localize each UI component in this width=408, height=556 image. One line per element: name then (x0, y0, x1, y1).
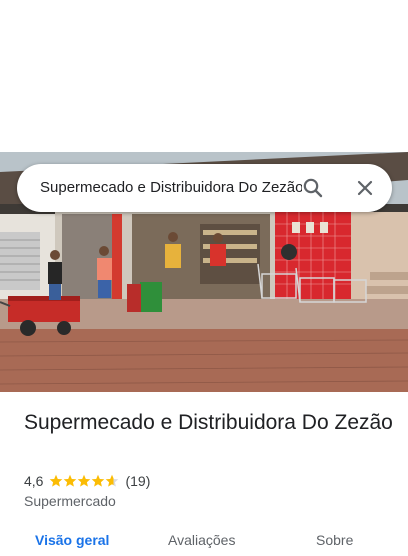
search-input[interactable]: Supermecado e Distribuidora Do Zezão (40, 179, 302, 197)
rating-value: 4,6 (24, 473, 44, 489)
place-title: Supermecado e Distribuidora Do Zezão (24, 411, 393, 434)
search-icon[interactable] (301, 176, 325, 200)
star-rating (49, 474, 119, 488)
tab-overview[interactable]: Visão geral (35, 532, 109, 548)
tab-reviews[interactable]: Avaliações (168, 532, 235, 548)
place-category: Supermercado (24, 493, 116, 509)
review-count[interactable]: (19) (125, 473, 150, 489)
star-icon (64, 474, 77, 487)
tab-about[interactable]: Sobre (316, 532, 353, 548)
search-bar[interactable]: Supermecado e Distribuidora Do Zezão (17, 164, 392, 212)
rating-row[interactable]: 4,6 (19) (24, 472, 150, 490)
star-icon (78, 474, 91, 487)
place-tabs: Visão geral Avaliações Sobre (0, 526, 408, 556)
close-icon[interactable] (353, 176, 377, 200)
blank-header-area (0, 0, 408, 152)
star-icon (92, 474, 105, 487)
star-icon (50, 474, 63, 487)
star-icon (106, 474, 119, 487)
